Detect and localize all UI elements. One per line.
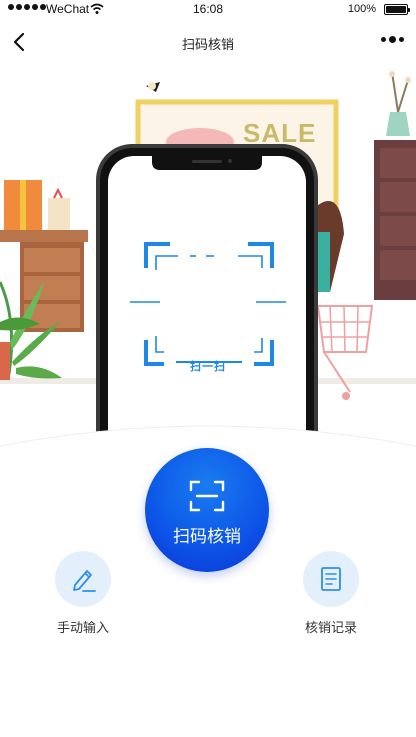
scan-verify-button[interactable]: 扫码核销	[145, 448, 269, 572]
nav-bar: 扫码核销	[0, 22, 416, 62]
battery-percent: 100%	[347, 3, 376, 15]
verify-records-label: 核销记录	[304, 620, 357, 635]
status-bar: WeChat 16:08 100%	[0, 0, 416, 20]
sale-sign: SALE	[243, 118, 317, 148]
manual-input-label: 手动输入	[56, 620, 109, 635]
scan-hint-label: 扫一扫	[190, 361, 226, 373]
battery-icon	[384, 4, 410, 15]
verify-records-icon-bg	[303, 551, 359, 607]
hero-illustration: SALE 扫一扫	[0, 62, 416, 462]
scan-icon	[189, 480, 225, 512]
document-icon	[321, 567, 341, 591]
page-title: 扫码核销	[181, 37, 234, 52]
scan-verify-label: 扫码核销	[173, 527, 241, 546]
manual-input-icon-bg	[55, 551, 111, 607]
more-icon[interactable]	[381, 36, 404, 43]
pencil-icon	[73, 570, 96, 592]
store-scene-illustration	[0, 71, 416, 462]
